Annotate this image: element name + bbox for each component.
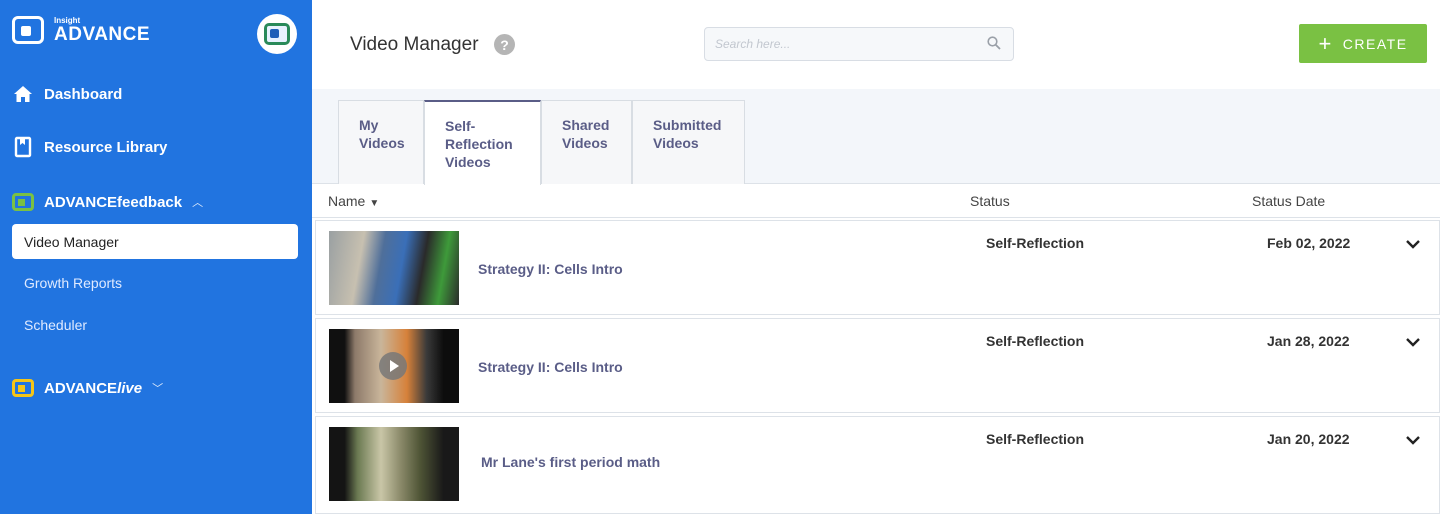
status-date: Jan 28, 2022: [1267, 333, 1350, 349]
sort-down-icon: ▼: [369, 198, 380, 209]
status-date: Feb 02, 2022: [1267, 235, 1351, 251]
tab-self-reflection-videos[interactable]: Self- Reflection Videos: [424, 100, 541, 185]
table-row[interactable]: Strategy II: Cells Intro Self-Reflection…: [315, 220, 1440, 315]
sidebar-item-label-suffix: live: [117, 379, 143, 397]
sidebar-item-advance-live[interactable]: ADVANCE live ﹀: [12, 378, 163, 398]
chevron-down-icon[interactable]: [1404, 333, 1422, 351]
video-title-link[interactable]: Mr Lane's first period math: [481, 454, 660, 470]
column-header-label: Name: [328, 193, 366, 209]
tab-label-line: Shared: [562, 117, 610, 133]
advance-feedback-icon: [12, 192, 34, 212]
sidebar-item-resource-library[interactable]: Resource Library: [12, 136, 168, 158]
sidebar: Insight ADVANCE Dashboard Resource Libra…: [0, 0, 312, 514]
search-input[interactable]: [705, 28, 965, 60]
sidebar-item-advance-feedback[interactable]: ADVANCEfeedback ︿: [12, 192, 203, 212]
column-header-status-date: Status Date: [1252, 193, 1326, 209]
tab-label-line: My: [359, 117, 379, 133]
chevron-up-icon: ︿: [192, 197, 204, 209]
tab-my-videos[interactable]: My Videos: [338, 100, 424, 184]
book-icon: [12, 136, 34, 158]
logo-icon: [12, 16, 44, 44]
header: Video Manager ? + CREATE: [312, 0, 1440, 89]
status-text: Self-Reflection: [986, 333, 1085, 349]
tab-label-line: Submitted: [653, 117, 722, 133]
tab-label-line: Videos: [653, 135, 699, 151]
home-icon: [12, 84, 34, 104]
status-text: Self-Reflection: [986, 235, 1085, 251]
help-icon[interactable]: ?: [494, 34, 515, 55]
tab-submitted-videos[interactable]: Submitted Videos: [632, 100, 745, 184]
video-title-link[interactable]: Strategy II: Cells Intro: [478, 359, 623, 375]
sidebar-item-label: ADVANCEfeedback: [44, 193, 183, 211]
sidebar-item-label: Dashboard: [44, 85, 123, 103]
column-header-status: Status: [970, 193, 1010, 209]
tab-label-line: Self-: [445, 118, 476, 134]
video-thumbnail[interactable]: [329, 427, 459, 501]
sidebar-item-video-manager[interactable]: Video Manager: [12, 224, 298, 259]
sidebar-item-growth-reports[interactable]: Growth Reports: [24, 275, 122, 291]
tab-label-line: Reflection: [445, 136, 513, 152]
advance-live-icon: [12, 378, 34, 398]
create-button[interactable]: + CREATE: [1299, 24, 1427, 63]
plus-icon: +: [1318, 30, 1333, 56]
page-title: Video Manager: [350, 34, 479, 55]
play-icon[interactable]: [379, 352, 407, 380]
avatar-logo-icon: [264, 23, 290, 45]
sidebar-item-label: Resource Library: [44, 138, 168, 156]
status-text: Self-Reflection: [986, 431, 1085, 447]
search-box: [704, 27, 1014, 61]
chevron-down-icon[interactable]: [1404, 431, 1422, 449]
tab-bar: My Videos Self- Reflection Videos Shared…: [312, 89, 1440, 185]
status-date: Jan 20, 2022: [1267, 431, 1350, 447]
table-row[interactable]: Strategy II: Cells Intro Self-Reflection…: [315, 318, 1440, 413]
video-thumbnail[interactable]: [329, 231, 459, 305]
tab-label-line: Videos: [562, 135, 608, 151]
chevron-down-icon[interactable]: [1404, 235, 1422, 253]
table-header: Name ▼ Status Status Date: [312, 184, 1440, 218]
brand-logo[interactable]: Insight ADVANCE: [12, 16, 150, 44]
brand-big-text: ADVANCE: [54, 23, 151, 45]
video-thumbnail[interactable]: [329, 329, 459, 403]
sidebar-item-scheduler[interactable]: Scheduler: [24, 317, 87, 333]
table-row[interactable]: Mr Lane's first period math Self-Reflect…: [315, 416, 1440, 514]
video-title-link[interactable]: Strategy II: Cells Intro: [478, 261, 623, 277]
column-header-name[interactable]: Name ▼: [328, 193, 379, 209]
tab-shared-videos[interactable]: Shared Videos: [541, 100, 632, 184]
tab-label-line: Videos: [445, 154, 491, 170]
tab-label-line: Videos: [359, 135, 405, 151]
create-button-label: CREATE: [1342, 35, 1408, 52]
brand-text: Insight ADVANCE: [54, 16, 151, 45]
avatar[interactable]: [257, 14, 297, 54]
search-icon[interactable]: [987, 36, 1001, 50]
sidebar-item-dashboard[interactable]: Dashboard: [12, 84, 122, 104]
sidebar-item-label-prefix: ADVANCE: [44, 379, 118, 397]
chevron-down-icon: ﹀: [152, 383, 164, 395]
